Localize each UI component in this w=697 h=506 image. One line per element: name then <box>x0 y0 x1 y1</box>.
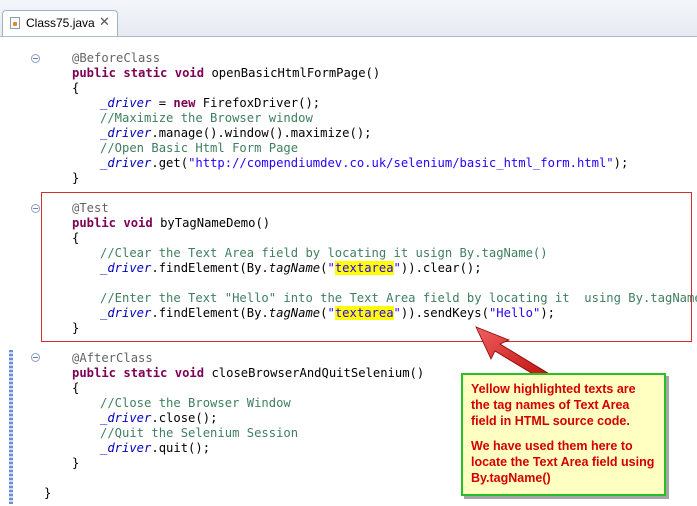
callout-text: We have used them here to locate the Tex… <box>471 439 655 485</box>
explanation-callout: Yellow highlighted texts are the tag nam… <box>461 373 666 496</box>
callout-text: Yellow highlighted texts are the tag nam… <box>471 382 636 428</box>
